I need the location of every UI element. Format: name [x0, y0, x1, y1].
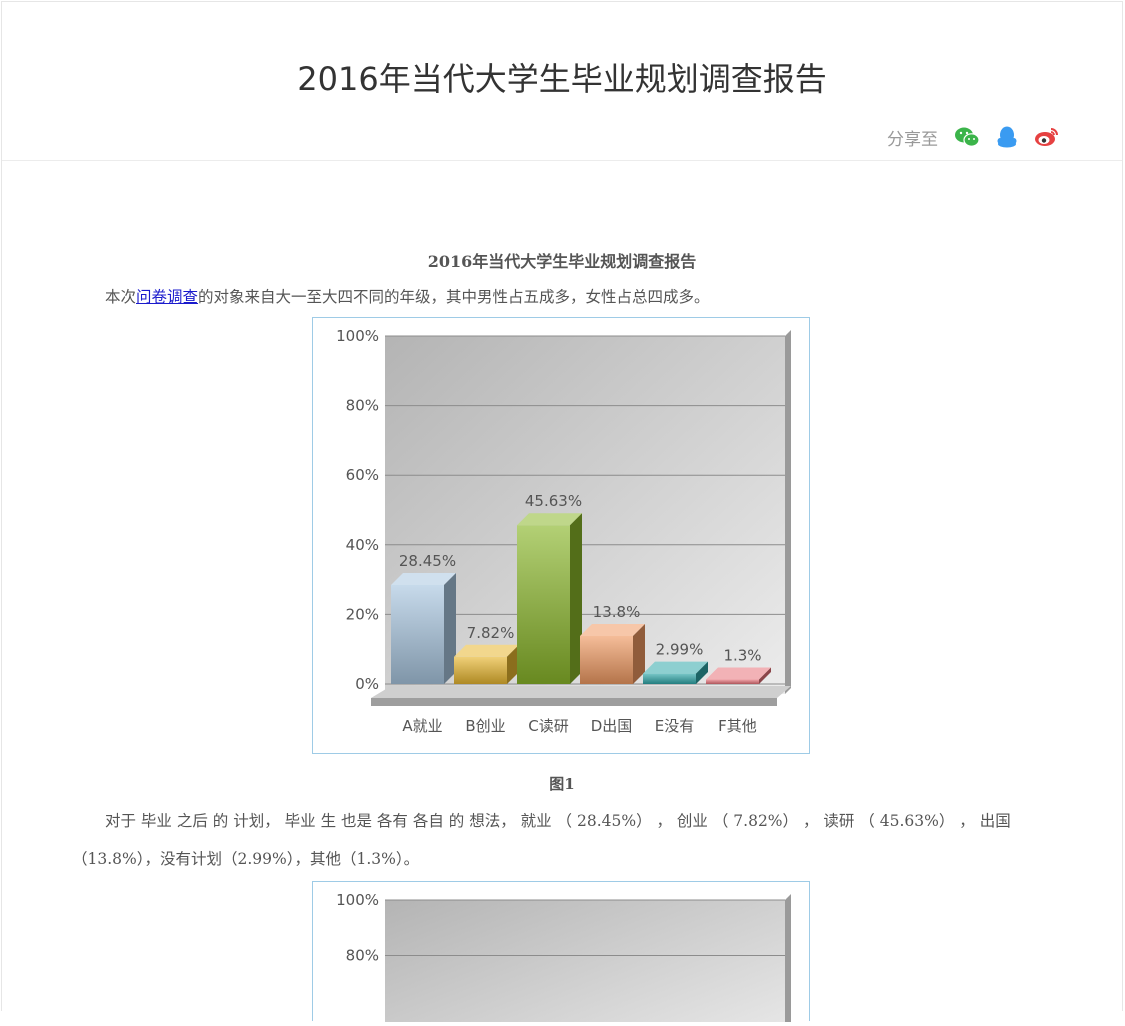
intro-paragraph: 本次问卷调查的对象来自大一至大四不同的年级，其中男性占五成多，女性占总四成多。 — [105, 285, 710, 307]
bar-value-label: 28.45% — [399, 552, 456, 570]
figure2-chart: 100% 80% — [312, 881, 810, 1026]
x-tick-label: C读研 — [528, 717, 568, 735]
y-tick-label: 20% — [346, 605, 379, 623]
qq-icon[interactable] — [994, 124, 1020, 150]
bar-value-label: 2.99% — [656, 641, 704, 659]
share-label: 分享至 — [887, 129, 938, 150]
plot-side-wall — [785, 894, 791, 1026]
page-title: 2016年当代大学生毕业规划调查报告 — [297, 60, 827, 98]
article-title: 2016年当代大学生毕业规划调查报告 — [427, 252, 697, 271]
weibo-icon[interactable] — [1034, 124, 1060, 150]
bar-front — [580, 635, 633, 684]
intro-suffix: 的对象来自大一至大四不同的年级，其中男性占五成多，女性占总四成多。 — [198, 288, 710, 306]
y-tick-label: 80% — [346, 397, 379, 415]
x-tick-label: D出国 — [591, 717, 633, 735]
bar-front — [643, 673, 696, 684]
figure1-caption: 图1 — [549, 775, 575, 793]
bar-front — [706, 679, 759, 684]
y-tick-label: 100% — [336, 891, 379, 909]
plot-area — [385, 900, 785, 1026]
bar-3[interactable] — [580, 623, 645, 684]
plan-paragraph-line1: 对于 毕业 之后 的 计划， 毕业 生 也是 各有 各自 的 想法， 就业 （ … — [105, 812, 1011, 830]
y-tick-label: 40% — [346, 536, 379, 554]
y-tick-label: 80% — [346, 947, 379, 965]
y-tick-label: 0% — [355, 675, 379, 693]
bar-1[interactable] — [454, 644, 519, 684]
figure1-chart: 0% 20% 40% 60% 80% 100% 28.45% A就业 7.82% B创业 45.63… — [312, 317, 810, 754]
bar-front — [391, 584, 444, 684]
y-tick-label: 100% — [336, 327, 379, 345]
wechat-icon[interactable] — [954, 124, 980, 150]
x-tick-label: E没有 — [655, 717, 694, 735]
bar-chart-svg: 0% 20% 40% 60% 80% 100% 28.45% A就业 7.82% B创业 45.63… — [336, 327, 791, 735]
survey-link[interactable]: 问卷调查 — [136, 288, 198, 306]
page: 2016年当代大学生毕业规划调查报告 分享至 2016年当代大学生毕业规划调查报… — [1, 1, 1123, 1026]
bar-front — [517, 525, 570, 684]
bar-0[interactable] — [391, 572, 456, 684]
bar-4[interactable] — [643, 661, 708, 684]
share-bar: 分享至 — [887, 124, 1060, 150]
x-tick-label: B创业 — [465, 717, 505, 735]
bar-2[interactable] — [517, 513, 582, 684]
bar-value-label: 7.82% — [467, 624, 515, 642]
bar-chart-svg-2: 100% 80% — [336, 891, 791, 1026]
bar-front — [454, 656, 507, 684]
report-header: 2016年当代大学生毕业规划调查报告 分享至 — [2, 2, 1122, 161]
intro-prefix: 本次 — [105, 288, 137, 306]
chart-floor-edge — [371, 698, 777, 706]
x-tick-label: A就业 — [402, 717, 442, 735]
plan-paragraph-line2: （13.8%），没有计划（2.99%），其他（1.3%）。 — [72, 850, 420, 868]
bar-5[interactable] — [706, 667, 771, 684]
bar-value-label: 1.3% — [723, 646, 761, 664]
y-tick-label: 60% — [346, 466, 379, 484]
bar-value-label: 45.63% — [525, 492, 582, 510]
plot-side-wall — [785, 330, 791, 694]
bar-value-label: 13.8% — [593, 603, 641, 621]
chart-floor — [371, 686, 791, 698]
x-tick-label: F其他 — [718, 717, 757, 735]
